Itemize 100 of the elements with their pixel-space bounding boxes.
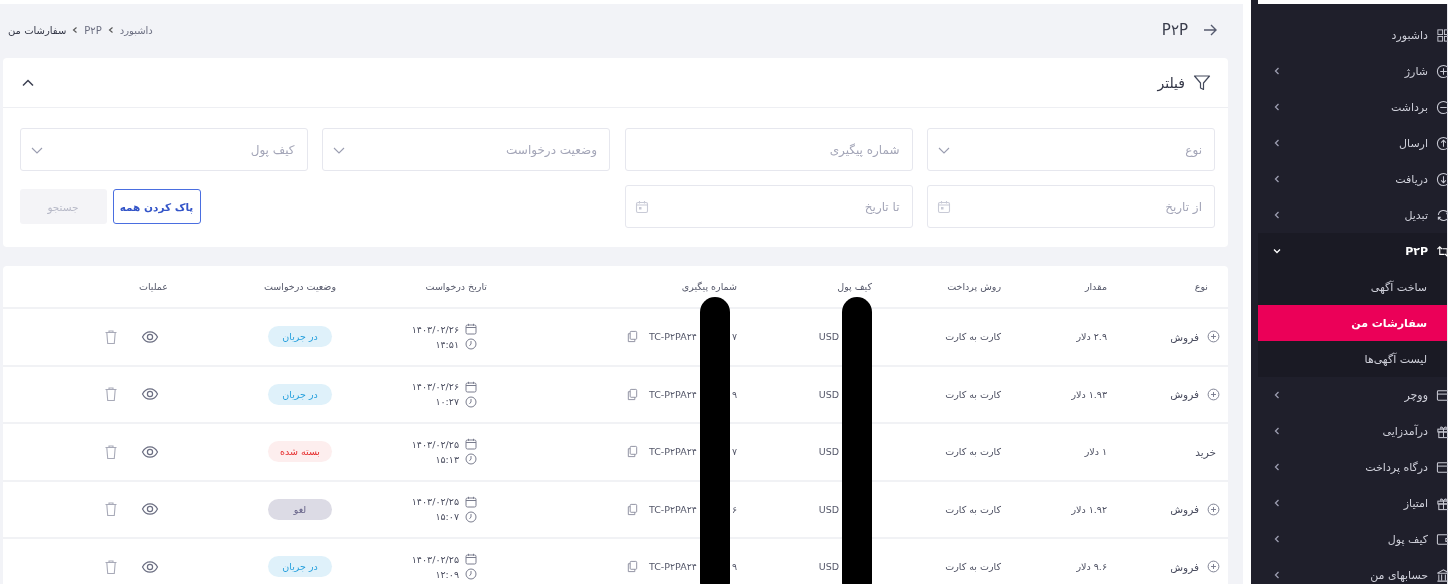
trash-icon[interactable] [103, 558, 119, 575]
trash-icon[interactable] [103, 386, 119, 403]
table-cell: ۱.۹۲ دلار [1071, 503, 1107, 515]
expand-plus-icon[interactable] [1207, 330, 1220, 344]
copy-icon[interactable] [625, 560, 639, 574]
copy-icon[interactable] [625, 445, 639, 459]
table-cell: کارت به کارت [945, 388, 1001, 400]
table-cell: ۹.۶ دلار [1076, 561, 1107, 573]
table-cell: ۶ [731, 503, 737, 515]
request-date: ۱۴۰۳/۰۲/۲۵ [411, 496, 459, 508]
sidebar-subitem[interactable]: لیست آگهی‌ها [1258, 341, 1447, 377]
table-cell: فروش [1170, 388, 1199, 401]
breadcrumb-item: سفارشات من [8, 24, 67, 36]
wallet-icon [1436, 531, 1448, 547]
calendar-icon [634, 199, 649, 214]
calendar-icon [937, 199, 951, 214]
status-badge: لغو [268, 498, 332, 520]
request-time: ۱۴:۵۱ [435, 338, 459, 350]
select-field[interactable]: وضعیت درخواست [322, 128, 610, 171]
clock-icon [465, 395, 477, 408]
expand-plus-icon[interactable] [1207, 502, 1220, 516]
trash-icon[interactable] [103, 501, 119, 518]
clear-all-button[interactable]: پاک کردن همه [112, 189, 201, 224]
sidebar-item[interactable]: امتیاز [1258, 485, 1447, 521]
table-cell: کارت به کارت [945, 503, 1001, 515]
status-badge: در جریان [268, 326, 332, 348]
request-time: ۱۰:۲۷ [435, 396, 459, 408]
table-cell: ۱.۹۳ دلار [1071, 388, 1107, 400]
sidebar-item[interactable]: ارسال [1258, 125, 1447, 161]
column-header: نوع [1194, 281, 1208, 292]
table-cell: TC-P۲PA۲۴ [648, 561, 697, 573]
sidebar-item[interactable]: ووچر [1258, 377, 1447, 413]
status-badge: در جریان [268, 556, 332, 578]
sidebar-item[interactable]: کیف پول [1258, 521, 1447, 557]
date-field[interactable]: تا تاریخ [624, 185, 913, 228]
filter-icon [1193, 73, 1211, 92]
table-cell: ۲.۹ دلار [1076, 331, 1107, 343]
clock-icon [465, 338, 477, 351]
trash-icon[interactable] [103, 328, 119, 345]
sidebar-subitem[interactable]: سفارشات من [1258, 305, 1447, 341]
breadcrumb-item[interactable]: P۲P [84, 24, 102, 36]
table-cell: کارت به کارت [945, 446, 1001, 458]
calendar-icon [465, 553, 477, 566]
table-cell: TC-P۲PA۲۴ [648, 331, 697, 343]
sidebar-item[interactable]: حسابهای من [1258, 557, 1447, 584]
calendar-icon [465, 380, 477, 393]
sidebar-item[interactable]: برداشت [1258, 89, 1447, 125]
column-header: وضعیت درخواست [264, 281, 336, 292]
clock-icon [465, 568, 477, 581]
select-field[interactable]: کیف پول [19, 128, 308, 171]
status-badge: در جریان [268, 383, 332, 405]
clock-icon [465, 453, 477, 466]
sidebar-item[interactable]: درگاه پرداخت [1258, 449, 1447, 485]
column-header: شماره پیگیری [681, 281, 737, 292]
request-time: ۱۵:۱۳ [435, 453, 459, 465]
scrollbar[interactable] [1251, 0, 1258, 584]
copy-icon[interactable] [625, 502, 639, 516]
breadcrumb-item[interactable]: داشبورد [119, 24, 153, 36]
table-cell: USD [818, 561, 839, 573]
sidebar-item[interactable]: P۲P [1258, 233, 1447, 269]
bank-icon [1436, 567, 1448, 583]
table-cell: فروش [1170, 560, 1199, 573]
input-field[interactable]: شماره پیگیری [624, 128, 913, 171]
back-arrow-icon[interactable] [1202, 22, 1218, 38]
date-field[interactable]: از تاریخ [927, 185, 1215, 228]
sidebar-item[interactable]: شارژ [1258, 53, 1447, 89]
table-cell: فروش [1170, 330, 1199, 343]
request-date: ۱۴۰۳/۰۲/۲۶ [411, 381, 459, 393]
table-cell: ۱ دلار [1084, 446, 1107, 458]
table-cell: کارت به کارت [945, 331, 1001, 343]
copy-icon[interactable] [625, 330, 639, 344]
table-cell: USD [818, 446, 839, 458]
gift-icon [1436, 495, 1448, 511]
swap-arrows-icon [1436, 243, 1448, 259]
sidebar-item[interactable]: داشبورد [1258, 17, 1447, 53]
expand-plus-icon[interactable] [1207, 560, 1220, 574]
select-field[interactable]: نوع [927, 128, 1215, 171]
card-icon [1436, 459, 1448, 475]
sidebar-item[interactable]: درآمدزایی [1258, 413, 1447, 449]
status-badge: بسته شده [268, 441, 332, 463]
trash-icon[interactable] [103, 443, 119, 460]
card-icon [1436, 387, 1448, 403]
sidebar-item[interactable]: تبدیل [1258, 197, 1447, 233]
chevron-icon [106, 26, 115, 34]
request-date: ۱۴۰۳/۰۲/۲۵ [411, 438, 459, 450]
sidebar-subitem[interactable]: ساخت آگهی [1258, 269, 1447, 305]
column-header: کیف پول [837, 281, 872, 292]
request-time: ۱۲:۰۹ [435, 568, 459, 580]
table-cell: ۹ [731, 561, 737, 573]
grid-icon [1436, 27, 1448, 43]
expand-plus-icon[interactable] [1207, 387, 1220, 401]
calendar-icon [465, 495, 477, 508]
table-cell: TC-P۲PA۲۴ [648, 388, 697, 400]
page-title: P۲P [1161, 21, 1188, 39]
table-cell: کارت به کارت [945, 561, 1001, 573]
table-cell: فروش [1170, 503, 1199, 516]
sidebar-item[interactable]: دریافت [1258, 161, 1447, 197]
copy-icon[interactable] [625, 387, 639, 401]
calendar-icon [465, 323, 477, 336]
table-cell: ۷ [731, 446, 737, 458]
